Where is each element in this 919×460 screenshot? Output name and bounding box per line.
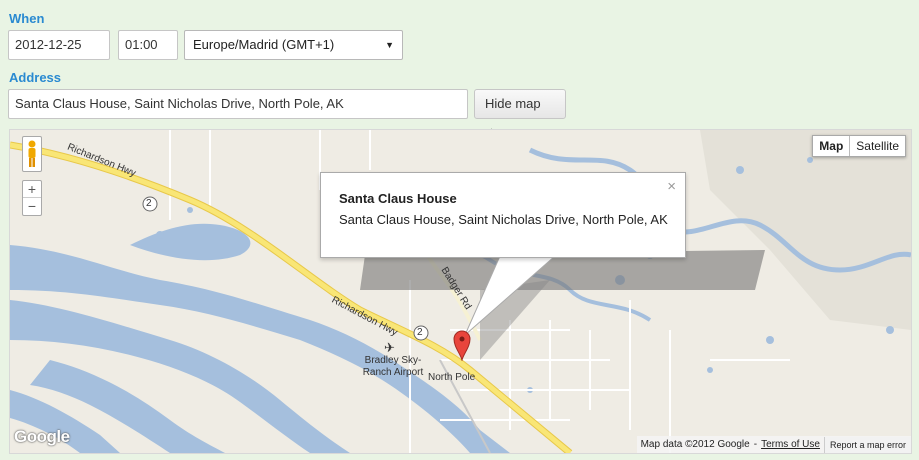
pegman-icon[interactable] xyxy=(22,136,42,172)
close-icon[interactable]: × xyxy=(667,178,676,195)
hide-map-button[interactable]: Hide map ▲ xyxy=(474,89,566,139)
address-label: Address xyxy=(9,70,62,85)
map-attribution-bar: Map data ©2012 Google - Terms of Use Rep… xyxy=(636,436,911,453)
town-label-north-pole: North Pole xyxy=(428,372,476,383)
when-label: When xyxy=(9,11,45,26)
zoom-control: + − xyxy=(22,180,42,216)
zoom-out-button[interactable]: − xyxy=(23,198,41,214)
address-input[interactable]: Santa Claus House, Saint Nicholas Drive,… xyxy=(8,89,468,119)
zoom-in-button[interactable]: + xyxy=(23,181,41,198)
map-type-map-button[interactable]: Map xyxy=(813,136,851,156)
info-window: Santa Claus House Santa Claus House, Sai… xyxy=(320,172,686,258)
map-type-satellite-button[interactable]: Satellite xyxy=(850,136,905,156)
report-map-error-link[interactable]: Report a map error xyxy=(823,436,911,453)
date-input[interactable]: 2012-12-25 xyxy=(8,30,110,60)
google-logo[interactable]: Google xyxy=(14,427,70,447)
map-marker-icon[interactable] xyxy=(453,329,471,361)
route-shield-2: 2 xyxy=(417,327,423,338)
info-window-address: Santa Claus House, Saint Nicholas Drive,… xyxy=(339,212,668,227)
map-type-control: Map Satellite xyxy=(812,135,906,157)
map[interactable]: 2 2 Richardson Hwy Richardson Hwy Badger… xyxy=(9,129,912,454)
map-data-attribution: Map data ©2012 Google xyxy=(640,439,750,450)
info-window-title: Santa Claus House xyxy=(339,191,457,206)
airport-label: Bradley Sky-Ranch Airport xyxy=(362,355,424,378)
timezone-value: Europe/Madrid (GMT+1) xyxy=(193,37,335,52)
timezone-select[interactable]: Europe/Madrid (GMT+1) ▼ xyxy=(184,30,403,60)
terms-of-use-link[interactable]: Terms of Use xyxy=(757,436,824,453)
airport-icon: ✈ xyxy=(384,340,395,355)
chevron-down-icon: ▼ xyxy=(385,40,394,50)
time-input[interactable]: 01:00 xyxy=(118,30,178,60)
route-shield-2: 2 xyxy=(146,198,152,209)
